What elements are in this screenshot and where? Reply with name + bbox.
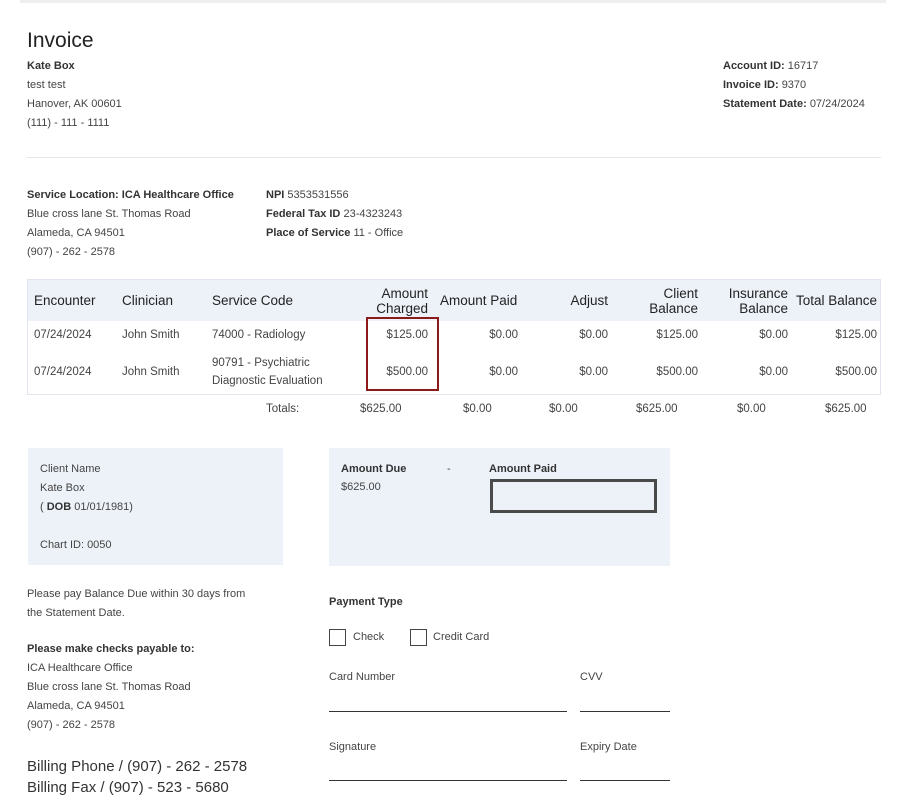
signature-field[interactable]	[329, 780, 567, 781]
credit-card-checkbox[interactable]	[410, 629, 427, 646]
amount-due-label: Amount Due	[341, 463, 407, 475]
amount-charged-highlight	[366, 317, 439, 391]
amount-due-value: $625.00	[341, 481, 381, 493]
page-title: Invoice	[27, 29, 94, 52]
credit-card-label: Credit Card	[433, 631, 490, 643]
card-number-field[interactable]	[329, 711, 567, 712]
billing-contact: Billing Phone / (907) - 262 - 2578 Billi…	[27, 756, 247, 798]
th-clinician: Clinician	[122, 293, 174, 308]
th-client-balance: Client Balance	[649, 286, 698, 316]
card-number-label: Card Number	[329, 671, 396, 683]
th-total-balance: Total Balance	[795, 293, 877, 308]
th-insurance-balance: Insurance Balance	[728, 286, 788, 316]
statement-date: Statement Date: 07/24/2024	[723, 98, 865, 110]
chart-id: Chart ID: 0050	[40, 539, 112, 551]
billing-fax: Billing Fax / (907) - 523 - 5680	[27, 779, 229, 796]
client-dob: ( DOB 01/01/1981)	[40, 501, 133, 513]
th-encounter: Encounter	[34, 293, 96, 308]
client-address: Hanover, AK 00601	[27, 98, 122, 110]
service-location: Service Location: ICA Healthcare Office …	[27, 189, 234, 258]
client-address-block: Kate Box test test Hanover, AK 00601 (11…	[27, 57, 122, 133]
expiry-field[interactable]	[580, 780, 670, 781]
billing-phone: Billing Phone / (907) - 262 - 2578	[27, 758, 248, 775]
invoice-meta: Account ID: 16717 Invoice ID: 9370 State…	[723, 57, 865, 114]
invoice-id: Invoice ID: 9370	[723, 79, 807, 91]
th-adjust: Adjust	[570, 293, 608, 308]
signature-label: Signature	[329, 741, 377, 753]
cvv-field[interactable]	[580, 711, 670, 712]
amount-paid-input[interactable]	[490, 479, 657, 513]
th-amount-paid: Amount Paid	[440, 293, 518, 308]
th-amount-charged: Amount Charged	[376, 286, 428, 316]
amount-paid-label: Amount Paid	[489, 463, 557, 475]
npi: NPI 5353531556	[266, 189, 349, 201]
client-name: Kate Box	[27, 60, 75, 72]
place-of-service: Place of Service 11 - Office	[266, 227, 404, 239]
provider-info: NPI 5353531556 Federal Tax ID 23-4323243…	[266, 186, 403, 243]
expiry-label: Expiry Date	[580, 741, 637, 753]
header-divider	[27, 157, 881, 158]
charges-table: Encounter Clinician Service Code Amount …	[27, 279, 881, 395]
table-header: Encounter Clinician Service Code Amount …	[28, 280, 880, 321]
amount-separator: -	[447, 463, 451, 475]
payment-type-label: Payment Type	[329, 596, 403, 608]
client-line2: test test	[27, 79, 66, 91]
payable-to: Please make checks payable to: ICA Healt…	[27, 643, 195, 731]
account-id: Account ID: 16717	[723, 60, 819, 72]
payment-terms: Please pay Balance Due within 30 days fr…	[27, 588, 246, 619]
cvv-label: CVV	[580, 671, 603, 683]
check-label: Check	[353, 631, 385, 643]
th-service-code: Service Code	[212, 293, 294, 308]
check-checkbox[interactable]	[329, 629, 346, 646]
client-phone: (111) - 111 - 1111	[27, 117, 110, 129]
federal-tax-id: Federal Tax ID 23-4323243	[266, 208, 403, 220]
top-divider	[20, 0, 886, 3]
client-panel: Client Name Kate Box ( DOB 01/01/1981) C…	[28, 448, 283, 565]
